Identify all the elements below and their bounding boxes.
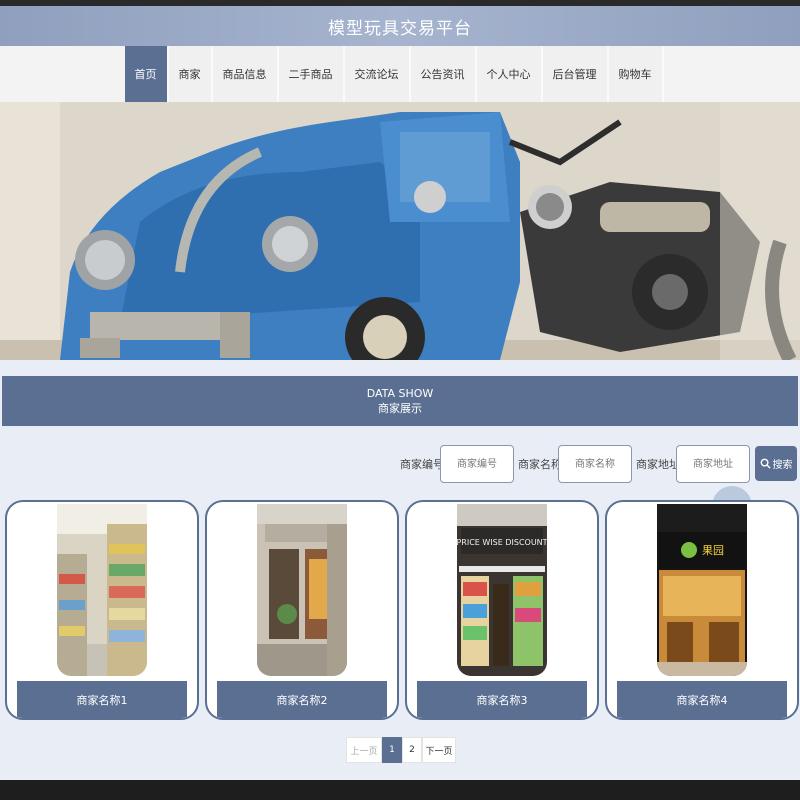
site-header: 模型玩具交易平台 [0, 6, 800, 46]
pagination: 上一页 1 2 下一页 [346, 737, 456, 763]
merchant-card[interactable]: 商家名称1 [5, 500, 199, 720]
section-title-bar: DATA SHOW 商家展示 [2, 376, 798, 426]
window-bottom-edge [0, 780, 800, 800]
merchant-card[interactable]: PRICE WISE DISCOUNT 商家名称3 [405, 500, 599, 720]
merchant-name: 商家名称1 [17, 681, 187, 718]
merchant-name-input[interactable] [558, 445, 632, 483]
merchant-id-label: 商家编号 [400, 458, 444, 471]
main-nav: 首页 商家 商品信息 二手商品 交流论坛 公告资讯 个人中心 后台管理 购物车 [0, 46, 800, 102]
nav-item-merchants[interactable]: 商家 [168, 46, 213, 102]
store-sign: 果园 [702, 544, 724, 557]
merchant-name-label: 商家名称 [518, 458, 562, 471]
search-icon [760, 458, 771, 469]
nav-item-cart[interactable]: 购物车 [608, 46, 664, 102]
nav-item-admin[interactable]: 后台管理 [542, 46, 609, 102]
merchant-image[interactable]: 果园 [657, 504, 747, 676]
search-button-label: 搜索 [772, 460, 793, 471]
merchant-card[interactable]: 果园 商家名称4 [605, 500, 799, 720]
section-title-cn: 商家展示 [378, 402, 422, 415]
merchant-card[interactable]: 商家名称2 [205, 500, 399, 720]
banner-image[interactable] [0, 102, 800, 360]
nav-item-secondhand[interactable]: 二手商品 [278, 46, 345, 102]
search-bar: 商家编号 商家名称 商家地址 搜索 [0, 445, 800, 483]
nav-item-forum[interactable]: 交流论坛 [344, 46, 411, 102]
nav-item-products[interactable]: 商品信息 [212, 46, 279, 102]
merchant-address-label: 商家地址 [636, 458, 680, 471]
nav-item-profile[interactable]: 个人中心 [476, 46, 543, 102]
merchant-image[interactable] [57, 504, 147, 676]
page-button-2[interactable]: 2 [402, 737, 422, 763]
next-page-button[interactable]: 下一页 [422, 737, 456, 763]
merchant-name: 商家名称4 [617, 681, 787, 718]
merchant-image[interactable] [257, 504, 347, 676]
store-sign: PRICE WISE DISCOUNT [457, 538, 547, 547]
nav-item-home[interactable]: 首页 [124, 46, 169, 102]
merchant-address-input[interactable] [676, 445, 750, 483]
merchant-name: 商家名称2 [217, 681, 387, 718]
page-button-1[interactable]: 1 [382, 737, 402, 763]
page: 模型玩具交易平台 首页 商家 商品信息 二手商品 交流论坛 公告资讯 个人中心 … [0, 6, 800, 780]
search-button[interactable]: 搜索 [755, 446, 797, 481]
merchant-image[interactable]: PRICE WISE DISCOUNT [457, 504, 547, 676]
nav-item-news[interactable]: 公告资讯 [410, 46, 477, 102]
merchant-id-input[interactable] [440, 445, 514, 483]
site-title: 模型玩具交易平台 [328, 18, 472, 39]
section-title-en: DATA SHOW [366, 387, 434, 400]
prev-page-button[interactable]: 上一页 [346, 737, 382, 763]
banner-photo [0, 102, 800, 360]
merchant-name: 商家名称3 [417, 681, 587, 718]
